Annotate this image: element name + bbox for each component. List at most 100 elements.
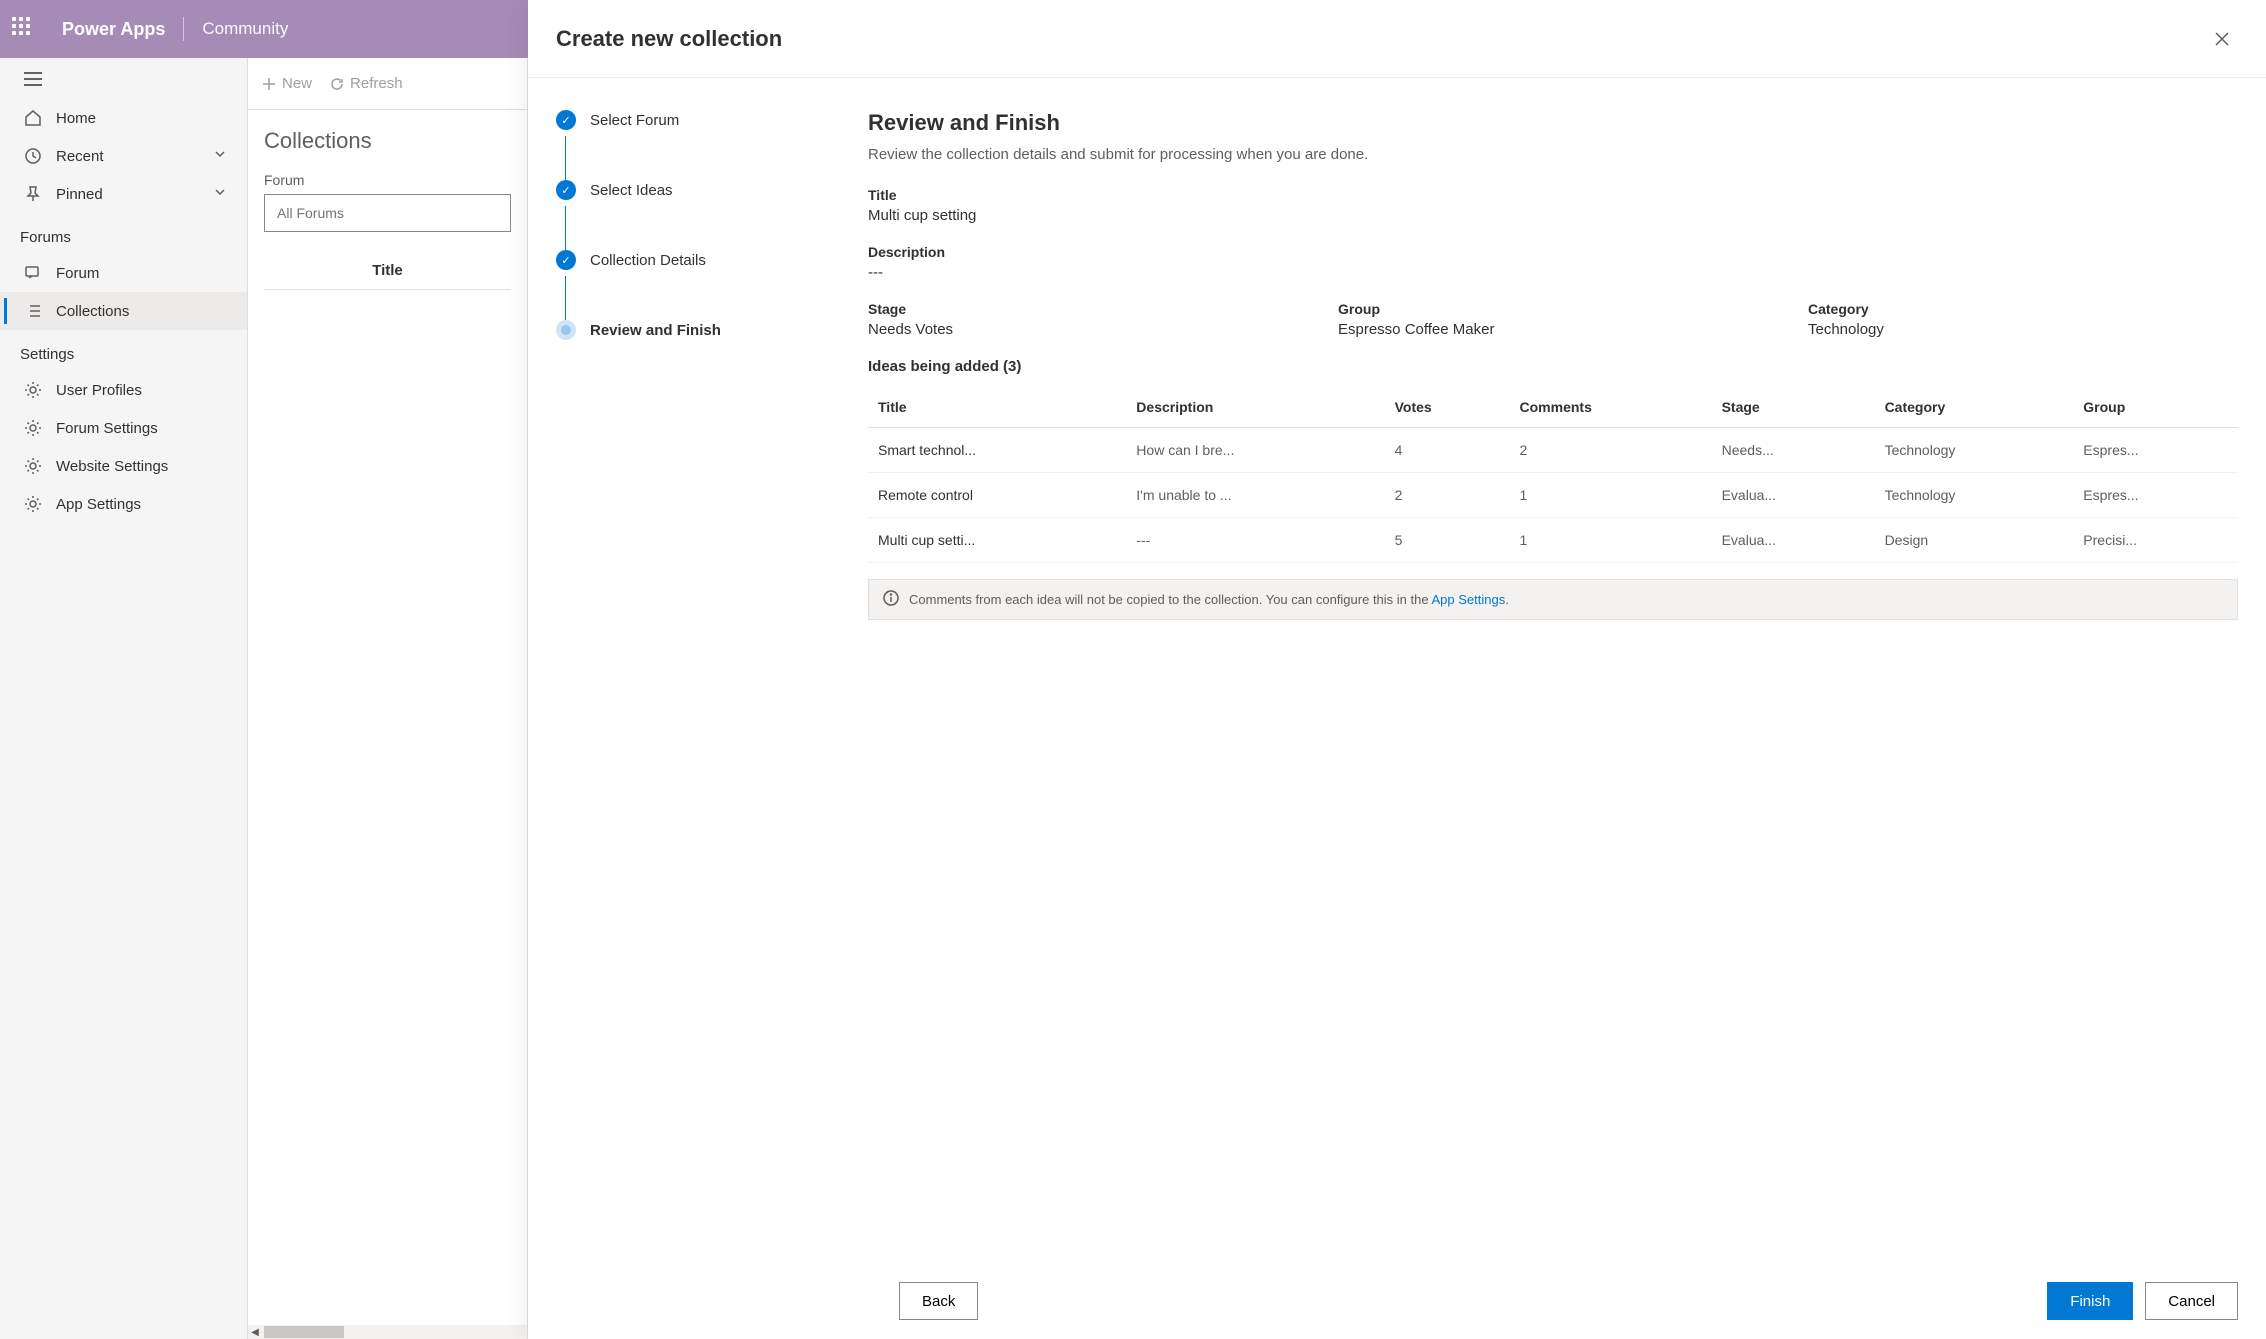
nav-label: Collections [56, 303, 129, 320]
collections-col-title: Title [264, 252, 511, 290]
table-cell: Technology [1875, 428, 2074, 473]
step-bullet-done-icon: ✓ [556, 180, 576, 200]
nav-section-forums: Forums [0, 213, 247, 254]
home-icon [24, 109, 42, 127]
hamburger-icon[interactable] [0, 58, 247, 99]
refresh-button[interactable]: Refresh [330, 75, 403, 92]
wizard-step-select-ideas[interactable]: ✓ Select Ideas [556, 180, 840, 200]
nav-website-settings[interactable]: Website Settings [0, 447, 247, 485]
nav-pinned[interactable]: Pinned [0, 175, 247, 213]
info-text: Comments from each idea will not be copi… [909, 592, 1509, 607]
gear-icon [24, 495, 42, 513]
nav-label: Home [56, 110, 96, 127]
table-cell: Espres... [2073, 473, 2238, 518]
col-description[interactable]: Description [1126, 387, 1384, 428]
nav-home[interactable]: Home [0, 99, 247, 137]
cancel-button[interactable]: Cancel [2145, 1282, 2238, 1320]
nav-forum-settings[interactable]: Forum Settings [0, 409, 247, 447]
table-cell: Multi cup setti... [868, 518, 1126, 563]
nav-label: Forum [56, 265, 99, 282]
table-cell: Design [1875, 518, 2074, 563]
table-cell: 1 [1510, 473, 1712, 518]
table-cell: --- [1126, 518, 1384, 563]
waffle-icon[interactable] [12, 17, 36, 41]
table-cell: Evalua... [1712, 518, 1875, 563]
scroll-thumb[interactable] [264, 1326, 344, 1338]
nav-app-settings[interactable]: App Settings [0, 485, 247, 523]
nav-section-settings: Settings [0, 330, 247, 371]
wizard-nav: ✓ Select Forum ✓ Select Ideas ✓ Collecti… [528, 78, 868, 1263]
panel-title: Collections [264, 128, 511, 154]
nav-user-profiles[interactable]: User Profiles [0, 371, 247, 409]
step-bullet-current-icon [556, 320, 576, 340]
review-heading: Review and Finish [868, 110, 2238, 136]
col-group[interactable]: Group [2073, 387, 2238, 428]
wizard-content: Review and Finish Review the collection … [868, 78, 2266, 1263]
wizard-step-review-finish[interactable]: Review and Finish [556, 320, 840, 340]
wizard-step-select-forum[interactable]: ✓ Select Forum [556, 110, 840, 130]
gear-icon [24, 419, 42, 437]
forum-icon [24, 264, 42, 282]
table-cell: 4 [1385, 428, 1510, 473]
col-title[interactable]: Title [868, 387, 1126, 428]
collections-toolbar: New Refresh [248, 58, 527, 110]
ideas-table: Title Description Votes Comments Stage C… [868, 387, 2238, 563]
close-button[interactable] [2206, 23, 2238, 55]
back-button[interactable]: Back [899, 1282, 978, 1320]
table-cell: I'm unable to ... [1126, 473, 1384, 518]
nav-forum[interactable]: Forum [0, 254, 247, 292]
table-row[interactable]: Multi cup setti...---51Evalua...DesignPr… [868, 518, 2238, 563]
group-value: Espresso Coffee Maker [1338, 321, 1768, 338]
header-divider [183, 17, 184, 41]
table-cell: Smart technol... [868, 428, 1126, 473]
gear-icon [24, 381, 42, 399]
header-section[interactable]: Community [202, 19, 288, 39]
step-bullet-done-icon: ✓ [556, 110, 576, 130]
description-label: Description [868, 244, 2238, 260]
modal-header: Create new collection [528, 0, 2266, 78]
forum-select-input[interactable] [264, 194, 511, 232]
refresh-label: Refresh [350, 75, 403, 92]
nav-collections[interactable]: Collections [0, 292, 247, 330]
gear-icon [24, 457, 42, 475]
modal-footer: Back Finish Cancel [528, 1263, 2266, 1339]
table-cell: Precisi... [2073, 518, 2238, 563]
chevron-down-icon [213, 185, 227, 203]
modal-title: Create new collection [556, 26, 2206, 52]
col-votes[interactable]: Votes [1385, 387, 1510, 428]
step-label: Select Forum [590, 112, 679, 129]
app-settings-link[interactable]: App Settings [1431, 592, 1505, 607]
category-value: Technology [1808, 321, 2238, 338]
step-label: Review and Finish [590, 322, 721, 339]
new-label: New [282, 75, 312, 92]
step-label: Collection Details [590, 252, 706, 269]
wizard-step-collection-details[interactable]: ✓ Collection Details [556, 250, 840, 270]
table-row[interactable]: Remote controlI'm unable to ...21Evalua.… [868, 473, 2238, 518]
horizontal-scrollbar[interactable]: ◀ [248, 1325, 527, 1339]
table-cell: 2 [1510, 428, 1712, 473]
info-banner: Comments from each idea will not be copi… [868, 579, 2238, 620]
left-rail: Home Recent Pinned Forums Forum Collecti… [0, 58, 248, 1339]
table-cell: Remote control [868, 473, 1126, 518]
col-stage[interactable]: Stage [1712, 387, 1875, 428]
table-cell: Technology [1875, 473, 2074, 518]
new-button[interactable]: New [262, 75, 312, 92]
scroll-left-icon[interactable]: ◀ [248, 1327, 262, 1338]
table-row[interactable]: Smart technol...How can I bre...42Needs.… [868, 428, 2238, 473]
list-icon [24, 302, 42, 320]
nav-label: Forum Settings [56, 420, 158, 437]
clock-icon [24, 147, 42, 165]
group-label: Group [1338, 301, 1768, 317]
title-value: Multi cup setting [868, 207, 2238, 224]
chevron-down-icon [213, 147, 227, 165]
table-cell: Evalua... [1712, 473, 1875, 518]
stage-label: Stage [868, 301, 1298, 317]
col-category[interactable]: Category [1875, 387, 2074, 428]
nav-recent[interactable]: Recent [0, 137, 247, 175]
table-cell: 1 [1510, 518, 1712, 563]
col-comments[interactable]: Comments [1510, 387, 1712, 428]
finish-button[interactable]: Finish [2047, 1282, 2133, 1320]
review-subheading: Review the collection details and submit… [868, 146, 2238, 163]
step-label: Select Ideas [590, 182, 673, 199]
nav-label: User Profiles [56, 382, 142, 399]
